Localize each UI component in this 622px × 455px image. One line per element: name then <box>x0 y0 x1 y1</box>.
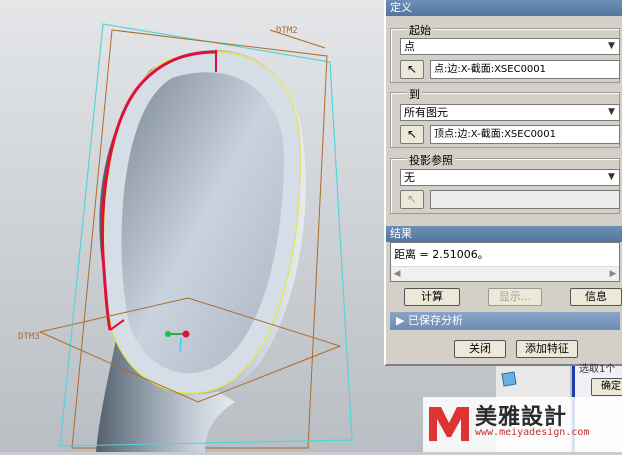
result-box: 距离 = 2.51006。 ◀ ▶ <box>390 242 620 282</box>
projection-type-value: 无 <box>404 171 415 184</box>
chevron-down-icon: ▼ <box>608 41 615 51</box>
brand-url: www.meiyadesign.com <box>475 427 590 438</box>
arrow-cursor-icon: ↖ <box>406 62 418 76</box>
arrow-cursor-icon: ↖ <box>406 192 418 206</box>
chevron-down-icon: ▼ <box>608 172 615 182</box>
compute-button[interactable]: 计算 <box>404 288 460 306</box>
distance-result: 距离 = 2.51006。 <box>394 248 489 261</box>
ok-button[interactable]: 确定 <box>591 378 622 396</box>
show-button[interactable]: 显示... <box>488 288 542 306</box>
arrow-cursor-icon: ↖ <box>406 127 418 141</box>
measure-dialog: 定义 起始 点 ▼ ↖ 点:边:X-截面:XSEC0001 到 所有图元 ▼ ↖… <box>384 0 622 366</box>
watermark: 美雅設計 www.meiyadesign.com <box>423 397 622 452</box>
info-button[interactable]: 信息 <box>570 288 622 306</box>
saved-analysis-expander[interactable]: ▶ 已保存分析 <box>390 312 620 330</box>
datum-label-dtm3: DTM3 <box>18 332 40 342</box>
result-scrollbar[interactable]: ◀ ▶ <box>391 266 619 281</box>
to-group-title: 到 <box>407 86 422 102</box>
definition-header: 定义 <box>386 0 622 16</box>
to-select-button[interactable]: ↖ <box>400 125 424 144</box>
point-marker <box>182 330 190 338</box>
results-header: 结果 <box>386 226 622 242</box>
select-prompt: 选取1个 <box>579 364 616 375</box>
point-marker <box>165 331 171 337</box>
datum-label-dtm2: DTM2 <box>276 26 298 36</box>
projection-selection-field[interactable] <box>430 190 620 209</box>
from-select-button[interactable]: ↖ <box>400 60 424 79</box>
projection-type-select[interactable]: 无 ▼ <box>400 169 620 186</box>
close-button[interactable]: 关闭 <box>454 340 506 358</box>
from-group-title: 起始 <box>407 22 433 38</box>
from-selection-field[interactable]: 点:边:X-截面:XSEC0001 <box>430 60 620 79</box>
projection-group-title: 投影参照 <box>407 152 455 168</box>
to-type-value: 所有图元 <box>404 106 448 119</box>
chevron-down-icon: ▼ <box>608 107 615 117</box>
projection-select-button[interactable]: ↖ <box>400 190 424 209</box>
scroll-left-icon[interactable]: ◀ <box>391 267 403 281</box>
to-type-select[interactable]: 所有图元 ▼ <box>400 104 620 121</box>
to-selection-field[interactable]: 顶点:边:X-截面:XSEC0001 <box>430 125 620 144</box>
saved-analysis-label: 已保存分析 <box>407 314 463 327</box>
brand-logo-icon <box>429 407 469 441</box>
add-feature-button[interactable]: 添加特征 <box>516 340 578 358</box>
expand-arrow-icon: ▶ <box>396 314 408 327</box>
scroll-right-icon[interactable]: ▶ <box>607 267 619 281</box>
from-type-select[interactable]: 点 ▼ <box>400 38 620 55</box>
from-type-value: 点 <box>404 40 415 53</box>
